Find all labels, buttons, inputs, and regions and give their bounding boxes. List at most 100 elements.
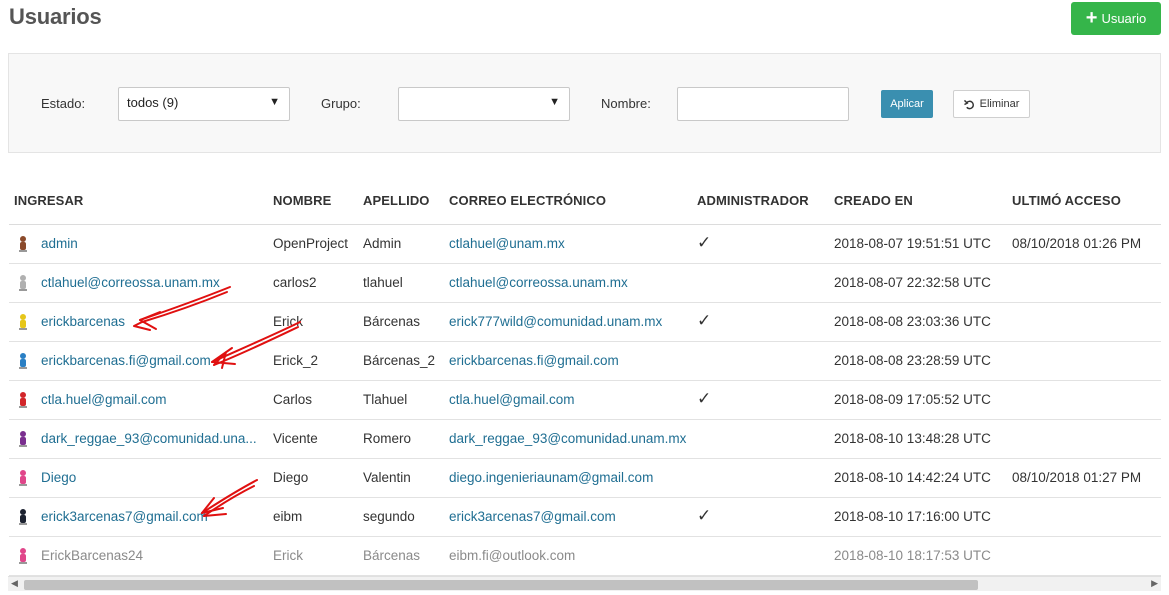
apply-button[interactable]: Aplicar [881, 90, 933, 118]
table-row: ctla.huel@gmail.com Carlos Tlahuel ctla.hue… [9, 381, 1161, 420]
avatar-icon [19, 236, 27, 252]
first-name: Erick [273, 548, 303, 563]
table-row: admin OpenProject Admin ctlahuel@unam.mx ✓ 20… [9, 225, 1161, 264]
last-access: 08/10/2018 01:27 PM [1012, 470, 1142, 485]
first-name: Carlos [273, 392, 313, 407]
table-row: Diego Diego Valentin diego.ingenieriaunam@g… [9, 459, 1161, 498]
email-link[interactable]: eibm.fi@outlook.com [449, 548, 575, 563]
email-link[interactable]: ctlahuel@unam.mx [449, 236, 565, 251]
last-name: Romero [363, 431, 412, 446]
created-at: 2018-08-10 17:16:00 UTC [834, 509, 991, 524]
first-name: Vicente [273, 431, 318, 446]
avatar-icon [19, 509, 27, 525]
admin-check-icon: ✓ [697, 506, 712, 525]
admin-check-icon: ✓ [697, 233, 712, 252]
scroll-right-icon[interactable]: ▶ [1151, 578, 1158, 589]
users-table: INGRESAR NOMBRE APELLIDO CORREO ELECTRÓN… [9, 178, 1161, 576]
last-access: 08/10/2018 01:26 PM [1012, 236, 1142, 251]
user-login-link[interactable]: admin [41, 236, 78, 251]
last-name: Bárcenas [363, 314, 421, 329]
estado-select[interactable]: todos (9) ▼ [118, 87, 290, 121]
nombre-label: Nombre: [601, 96, 651, 111]
created-at: 2018-08-07 22:32:58 UTC [834, 275, 991, 290]
created-at: 2018-08-10 13:48:28 UTC [834, 431, 991, 446]
table-row: erickbarcenas Erick Bárcenas erick777wild@c… [9, 303, 1161, 342]
created-at: 2018-08-10 18:17:53 UTC [834, 548, 991, 563]
first-name: Erick [273, 314, 303, 329]
avatar-icon [19, 431, 27, 447]
created-at: 2018-08-10 14:42:24 UTC [834, 470, 991, 485]
table-row: erick3arcenas7@gmail.com eibm segundo erick… [9, 498, 1161, 537]
plus-icon: + [1085, 6, 1098, 29]
table-header: INGRESAR NOMBRE APELLIDO CORREO ELECTRÓN… [9, 178, 1161, 225]
user-login-link[interactable]: erickbarcenas [41, 314, 125, 329]
grupo-label: Grupo: [321, 96, 361, 111]
page-title: Usuarios [9, 4, 102, 29]
user-login-link[interactable]: ErickBarcenas24 [41, 548, 143, 563]
scroll-left-icon[interactable]: ◀ [11, 578, 18, 589]
last-name: Valentin [363, 470, 411, 485]
user-login-link[interactable]: Diego [41, 470, 76, 485]
undo-icon [963, 99, 974, 109]
col-header-correo[interactable]: CORREO ELECTRÓNICO [449, 193, 606, 208]
first-name: Diego [273, 470, 309, 485]
user-login-link[interactable]: ctlahuel@correossa.unam.mx [41, 275, 220, 290]
last-name: Bárcenas [363, 548, 421, 563]
dropdown-arrow-icon: ▼ [269, 96, 280, 108]
col-header-nombre[interactable]: NOMBRE [273, 193, 331, 208]
nombre-input[interactable] [677, 87, 849, 121]
admin-check-icon: ✓ [697, 389, 712, 408]
table-row: ctlahuel@correossa.unam.mx carlos2 tlahuel… [9, 264, 1161, 303]
first-name: carlos2 [273, 275, 317, 290]
admin-check-icon: ✓ [697, 311, 712, 330]
avatar-icon [19, 470, 27, 486]
clear-button[interactable]: Eliminar [953, 90, 1030, 118]
last-name: segundo [363, 509, 415, 524]
created-at: 2018-08-09 17:05:52 UTC [834, 392, 991, 407]
email-link[interactable]: dark_reggae_93@comunidad.unam.mx [449, 431, 686, 446]
horizontal-scrollbar[interactable]: ◀ ▶ [8, 576, 1161, 591]
avatar-icon [19, 314, 27, 330]
email-link[interactable]: diego.ingenieriaunam@gmail.com [449, 470, 653, 485]
email-link[interactable]: erickbarcenas.fi@gmail.com [449, 353, 619, 368]
user-login-link[interactable]: dark_reggae_93@comunidad.una... [41, 431, 257, 446]
col-header-ultimo-acceso[interactable]: ULTIMÓ ACCESO [1012, 193, 1121, 208]
user-login-link[interactable]: erick3arcenas7@gmail.com [41, 509, 208, 524]
first-name: Erick_2 [273, 353, 319, 368]
avatar-icon [19, 275, 27, 291]
email-link[interactable]: erick777wild@comunidad.unam.mx [449, 314, 662, 329]
last-name: Bárcenas_2 [363, 353, 436, 368]
avatar-icon [19, 392, 27, 408]
table-body: admin OpenProject Admin ctlahuel@unam.mx ✓ 20… [9, 225, 1161, 576]
estado-label: Estado: [41, 96, 86, 111]
created-at: 2018-08-08 23:28:59 UTC [834, 353, 991, 368]
avatar-icon [19, 353, 27, 369]
table-row: dark_reggae_93@comunidad.una... Vicente Ro… [9, 420, 1161, 459]
email-link[interactable]: ctla.huel@gmail.com [449, 392, 575, 407]
filter-panel: Estado: todos (9) ▼ Grupo: ▼ Nombre: Apl… [8, 53, 1161, 153]
add-user-button[interactable]: + Usuario [1071, 2, 1161, 35]
last-name: tlahuel [363, 275, 403, 290]
col-header-apellido[interactable]: APELLIDO [363, 193, 430, 208]
created-at: 2018-08-07 19:51:51 UTC [834, 236, 991, 251]
dropdown-arrow-icon: ▼ [549, 96, 560, 108]
user-login-link[interactable]: erickbarcenas.fi@gmail.com [41, 353, 211, 368]
clear-label: Eliminar [979, 98, 1020, 110]
table-row: ErickBarcenas24 Erick Bárcenas eibm.fi@outl… [9, 537, 1161, 576]
scrollbar-thumb[interactable] [24, 580, 978, 590]
first-name: OpenProject [273, 236, 349, 251]
user-login-link[interactable]: ctla.huel@gmail.com [41, 392, 167, 407]
email-link[interactable]: ctlahuel@correossa.unam.mx [449, 275, 628, 290]
first-name: eibm [273, 509, 303, 524]
add-user-label: Usuario [1101, 11, 1147, 26]
col-header-admin[interactable]: ADMINISTRADOR [697, 193, 809, 208]
table-row: erickbarcenas.fi@gmail.com Erick_2 Bárcena… [9, 342, 1161, 381]
avatar-icon [19, 548, 27, 564]
last-name: Admin [363, 236, 402, 251]
estado-value: todos (9) [127, 95, 179, 110]
last-name: Tlahuel [363, 392, 408, 407]
col-header-creado[interactable]: CREADO EN [834, 193, 913, 208]
email-link[interactable]: erick3arcenas7@gmail.com [449, 509, 616, 524]
col-header-login[interactable]: INGRESAR [14, 193, 83, 208]
grupo-select[interactable]: ▼ [398, 87, 570, 121]
